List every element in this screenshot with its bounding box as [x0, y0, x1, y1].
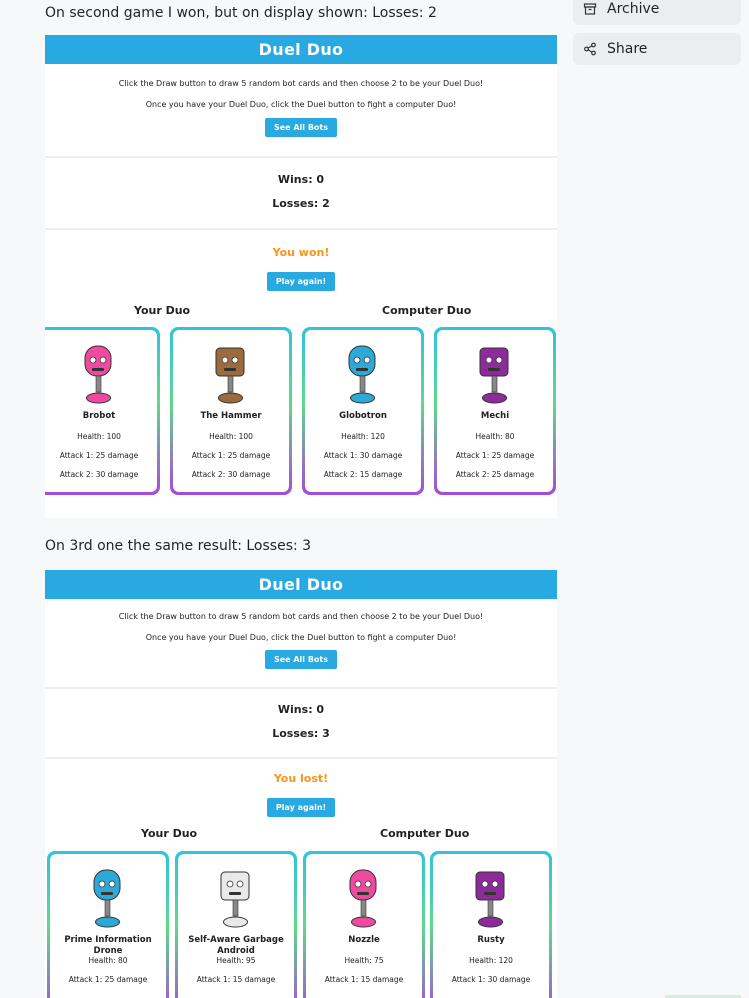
bot-name: Prime Information Drone — [64, 935, 152, 956]
play-again-button[interactable]: Play again! — [266, 272, 336, 291]
intro-section: Click the Draw button to draw 5 random b… — [45, 599, 557, 687]
robot-icon — [173, 340, 289, 408]
bot-attack-1: Attack 1: 30 damage — [451, 975, 531, 984]
score-section: Wins: 0 Losses: 3 — [45, 689, 557, 757]
bot-card-body: Mechi Health: 80 Attack 1: 25 damage Attack… — [437, 330, 553, 492]
bot-card-body: Rusty Health: 120 Attack 1: 30 damage — [433, 854, 549, 998]
intro-text-2: Once you have your Duel Duo, click the D… — [145, 100, 457, 109]
archive-label: Archive — [607, 1, 660, 17]
bot-health: Health: 75 — [344, 956, 384, 965]
bot-name: Nozzle — [348, 935, 380, 945]
app-title: Duel Duo — [45, 35, 557, 64]
see-all-bots-button[interactable]: See All Bots — [264, 650, 338, 669]
bot-name: Mechi — [480, 411, 510, 421]
bot-card[interactable]: Nozzle Health: 75 Attack 1: 15 damage — [303, 851, 425, 998]
losses-count: Losses: 3 — [272, 727, 330, 740]
intro-text-1: Click the Draw button to draw 5 random b… — [118, 612, 484, 621]
bot-attack-1: Attack 1: 25 damage — [68, 975, 148, 984]
bot-attack-2: Attack 2: 30 damage — [59, 470, 139, 479]
bot-card-body: Globotron Health: 120 Attack 1: 30 damage A… — [305, 330, 421, 492]
bot-attack-2: Attack 2: 25 damage — [455, 470, 535, 479]
bot-attack-2: Attack 2: 30 damage — [191, 470, 271, 479]
bot-health: Health: 80 — [475, 432, 515, 441]
robot-icon — [433, 864, 549, 932]
archive-icon — [583, 2, 597, 16]
intro-section: Click the Draw button to draw 5 random b… — [45, 64, 557, 156]
see-all-bots-button[interactable]: See All Bots — [264, 118, 338, 137]
bot-card[interactable]: Brobot Health: 100 Attack 1: 25 damage Atta… — [45, 327, 160, 495]
bot-name: Globotron — [339, 411, 387, 421]
archive-button[interactable]: Archive — [573, 0, 741, 25]
bot-health: Health: 120 — [469, 956, 513, 965]
bot-attack-1: Attack 1: 30 damage — [323, 451, 403, 460]
score-section: Wins: 0 Losses: 2 — [45, 158, 557, 228]
robot-icon — [45, 340, 157, 408]
bot-card[interactable]: Mechi Health: 80 Attack 1: 25 damage Attack… — [434, 327, 556, 495]
bot-card-body: Prime Information Drone Health: 80 Attack … — [50, 854, 166, 998]
bot-card-body: Brobot Health: 100 Attack 1: 25 damage Atta… — [45, 330, 157, 492]
bot-card[interactable]: The Hammer Health: 100 Attack 1: 25 damage… — [170, 327, 292, 495]
intro-text-2: Once you have your Duel Duo, click the D… — [145, 633, 457, 642]
bot-card[interactable]: Rusty Health: 120 Attack 1: 30 damage — [430, 851, 552, 998]
bot-health: Health: 95 — [216, 956, 256, 965]
computer-duo-heading: Computer Duo — [382, 304, 472, 317]
your-duo-heading: Your Duo — [134, 304, 191, 317]
bot-name: The Hammer — [200, 411, 262, 421]
intro-text-1: Click the Draw button to draw 5 random b… — [118, 79, 484, 88]
robot-icon — [305, 340, 421, 408]
bot-card-body: Nozzle Health: 75 Attack 1: 15 damage — [306, 854, 422, 998]
results-section: You won! Play again! Your Duo Computer D… — [45, 230, 557, 518]
robot-icon — [50, 864, 166, 932]
robot-icon — [306, 864, 422, 932]
bot-name: Brobot — [82, 411, 116, 421]
share-icon — [583, 42, 597, 56]
post-text-game2: On second game I won, but on display sho… — [45, 5, 437, 21]
wins-count: Wins: 0 — [277, 703, 325, 716]
robot-icon — [178, 864, 294, 932]
bot-name: Self-Aware Garbage Android — [188, 935, 284, 956]
bot-card-body: The Hammer Health: 100 Attack 1: 25 damage… — [173, 330, 289, 492]
wins-count: Wins: 0 — [277, 173, 325, 186]
bot-health: Health: 80 — [88, 956, 128, 965]
bot-card[interactable]: Globotron Health: 120 Attack 1: 30 damage A… — [302, 327, 424, 495]
share-button[interactable]: Share — [573, 33, 741, 65]
game-screenshot-1: Duel Duo Click the Draw button to draw 5… — [45, 35, 557, 518]
computer-duo-heading: Computer Duo — [380, 827, 470, 840]
game-screenshot-2: Duel Duo Click the Draw button to draw 5… — [45, 570, 557, 998]
app-title: Duel Duo — [45, 570, 557, 599]
bot-health: Health: 100 — [77, 432, 121, 441]
bot-attack-1: Attack 1: 15 damage — [324, 975, 404, 984]
bot-attack-2: Attack 2: 15 damage — [323, 470, 403, 479]
bot-health: Health: 100 — [209, 432, 253, 441]
bot-name: Rusty — [477, 935, 505, 945]
share-label: Share — [607, 41, 648, 57]
bot-attack-1: Attack 1: 25 damage — [191, 451, 271, 460]
bot-attack-1: Attack 1: 25 damage — [455, 451, 535, 460]
robot-icon — [437, 340, 553, 408]
result-text: You lost! — [273, 772, 329, 785]
bot-health: Health: 120 — [341, 432, 385, 441]
losses-count: Losses: 2 — [272, 197, 330, 210]
result-text: You won! — [272, 246, 330, 259]
post-text-game3: On 3rd one the same result: Losses: 3 — [45, 538, 312, 554]
play-again-button[interactable]: Play again! — [266, 798, 336, 817]
bot-card[interactable]: Self-Aware Garbage Android Health: 95 Atta… — [175, 851, 297, 998]
your-duo-heading: Your Duo — [141, 827, 198, 840]
bot-card-body: Self-Aware Garbage Android Health: 95 Atta… — [178, 854, 294, 998]
results-section: You lost! Play again! Your Duo Computer … — [45, 759, 557, 998]
bot-card[interactable]: Prime Information Drone Health: 80 Attack … — [47, 851, 169, 998]
bot-attack-1: Attack 1: 15 damage — [196, 975, 276, 984]
bot-attack-1: Attack 1: 25 damage — [59, 451, 139, 460]
